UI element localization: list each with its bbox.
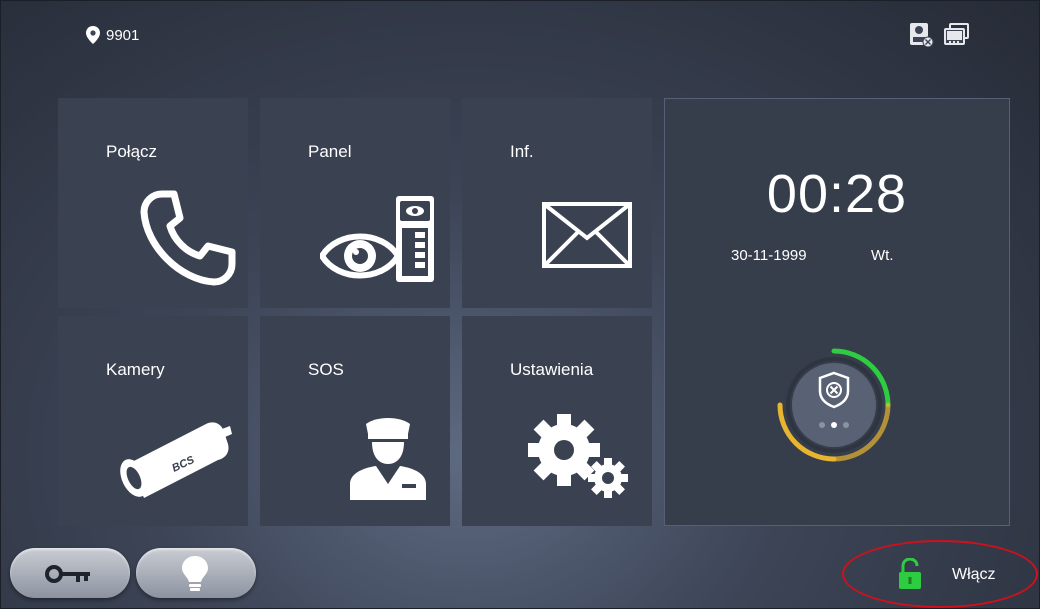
monitor-devices-icon[interactable] [944, 23, 970, 47]
bulb-icon [182, 556, 208, 591]
location-pin-icon [86, 26, 100, 44]
clock-date: 30-11-1999 [731, 247, 807, 264]
envelope-icon [542, 202, 632, 268]
unlock-label: Włącz [952, 566, 996, 583]
tile-cameras[interactable]: Kamery BCS [58, 316, 248, 526]
tile-call-label: Połącz [106, 142, 158, 161]
indoor-station-offline-icon[interactable] [910, 23, 934, 47]
clock-minutes: 28 [845, 164, 908, 224]
tile-sos-label: SOS [308, 360, 344, 379]
camera-icon: BCS [120, 422, 232, 498]
top-bar: 9901 [0, 0, 1040, 80]
guard-icon [350, 418, 426, 500]
tile-info-label: Inf. [510, 142, 534, 161]
tile-settings-label: Ustawienia [510, 360, 594, 379]
tile-sos[interactable]: SOS [260, 316, 450, 526]
arm-page-indicator [819, 422, 849, 428]
clock-hours: 00 [766, 164, 829, 224]
open-padlock-icon [899, 558, 921, 589]
location-number: 9901 [106, 26, 140, 44]
clock-time: 00:28 [665, 163, 1009, 225]
arm-ring [777, 348, 891, 462]
tile-settings[interactable]: Ustawienia [462, 316, 652, 526]
status-icons [910, 23, 970, 47]
unlock-button[interactable]: Włącz [842, 540, 1038, 608]
light-button[interactable] [136, 548, 256, 598]
eye-panel-icon [320, 196, 434, 282]
tile-info[interactable]: Inf. [462, 98, 652, 308]
tile-panel-label: Panel [308, 142, 352, 161]
gears-icon [528, 414, 628, 498]
tile-call[interactable]: Połącz [58, 98, 248, 308]
phone-icon [140, 190, 236, 286]
unlock-highlight-ellipse [842, 540, 1038, 608]
clock-panel: 00:28 30-11-1999 Wt. [664, 98, 1010, 526]
arm-button[interactable] [774, 345, 894, 465]
tile-cameras-label: Kamery [106, 360, 165, 379]
clock-weekday: Wt. [871, 247, 894, 264]
location-indicator: 9901 [86, 26, 139, 44]
key-icon [45, 565, 90, 583]
tile-panel[interactable]: Panel [260, 98, 450, 308]
clock-separator: : [828, 164, 845, 224]
key-button[interactable] [10, 548, 130, 598]
